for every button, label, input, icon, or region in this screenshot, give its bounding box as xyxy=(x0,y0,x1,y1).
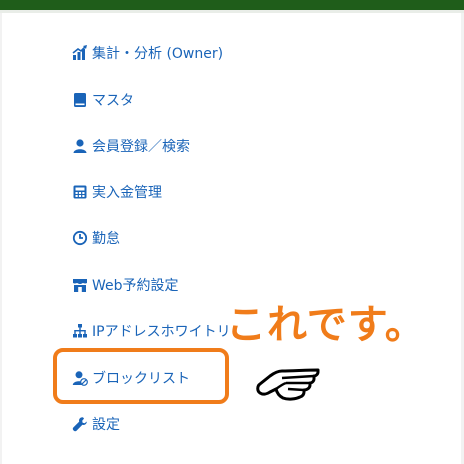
menu-item-attendance[interactable]: 勤怠 xyxy=(72,225,120,251)
storefront-icon xyxy=(72,277,88,293)
menu-item-label: 設定 xyxy=(92,417,120,433)
menu-item-label: 実入金管理 xyxy=(92,185,162,201)
clock-icon xyxy=(72,230,88,246)
calculator-icon xyxy=(72,184,88,200)
menu-item-payment[interactable]: 実入金管理 xyxy=(72,179,162,205)
menu-item-label: 勤怠 xyxy=(92,231,120,247)
menu-item-analytics[interactable]: 集計・分析 (Owner) xyxy=(72,40,223,66)
menu-item-web-reservation[interactable]: Web予約設定 xyxy=(72,272,179,298)
callout-text: これです。 xyxy=(226,302,426,348)
menu-item-label: 会員登録／検索 xyxy=(92,139,190,155)
user-icon xyxy=(72,138,88,154)
pointing-hand-icon xyxy=(252,364,324,408)
highlight-box xyxy=(53,348,229,404)
book-icon xyxy=(72,92,88,108)
menu-item-master[interactable]: マスタ xyxy=(72,87,134,113)
bar-chart-icon xyxy=(72,45,88,61)
menu-item-ip-whitelist[interactable]: IPアドレスホワイトリ xyxy=(72,318,231,344)
menu-item-label: Web予約設定 xyxy=(92,278,179,294)
sitemap-icon xyxy=(72,323,88,339)
wrench-icon xyxy=(72,416,88,432)
menu-item-label: 集計・分析 (Owner) xyxy=(92,46,224,62)
menu-item-member-search[interactable]: 会員登録／検索 xyxy=(72,133,190,159)
menu-item-label: マスタ xyxy=(92,93,134,109)
menu-item-label: IPアドレスホワイトリ xyxy=(92,324,231,340)
menu-item-settings[interactable]: 設定 xyxy=(72,411,120,437)
